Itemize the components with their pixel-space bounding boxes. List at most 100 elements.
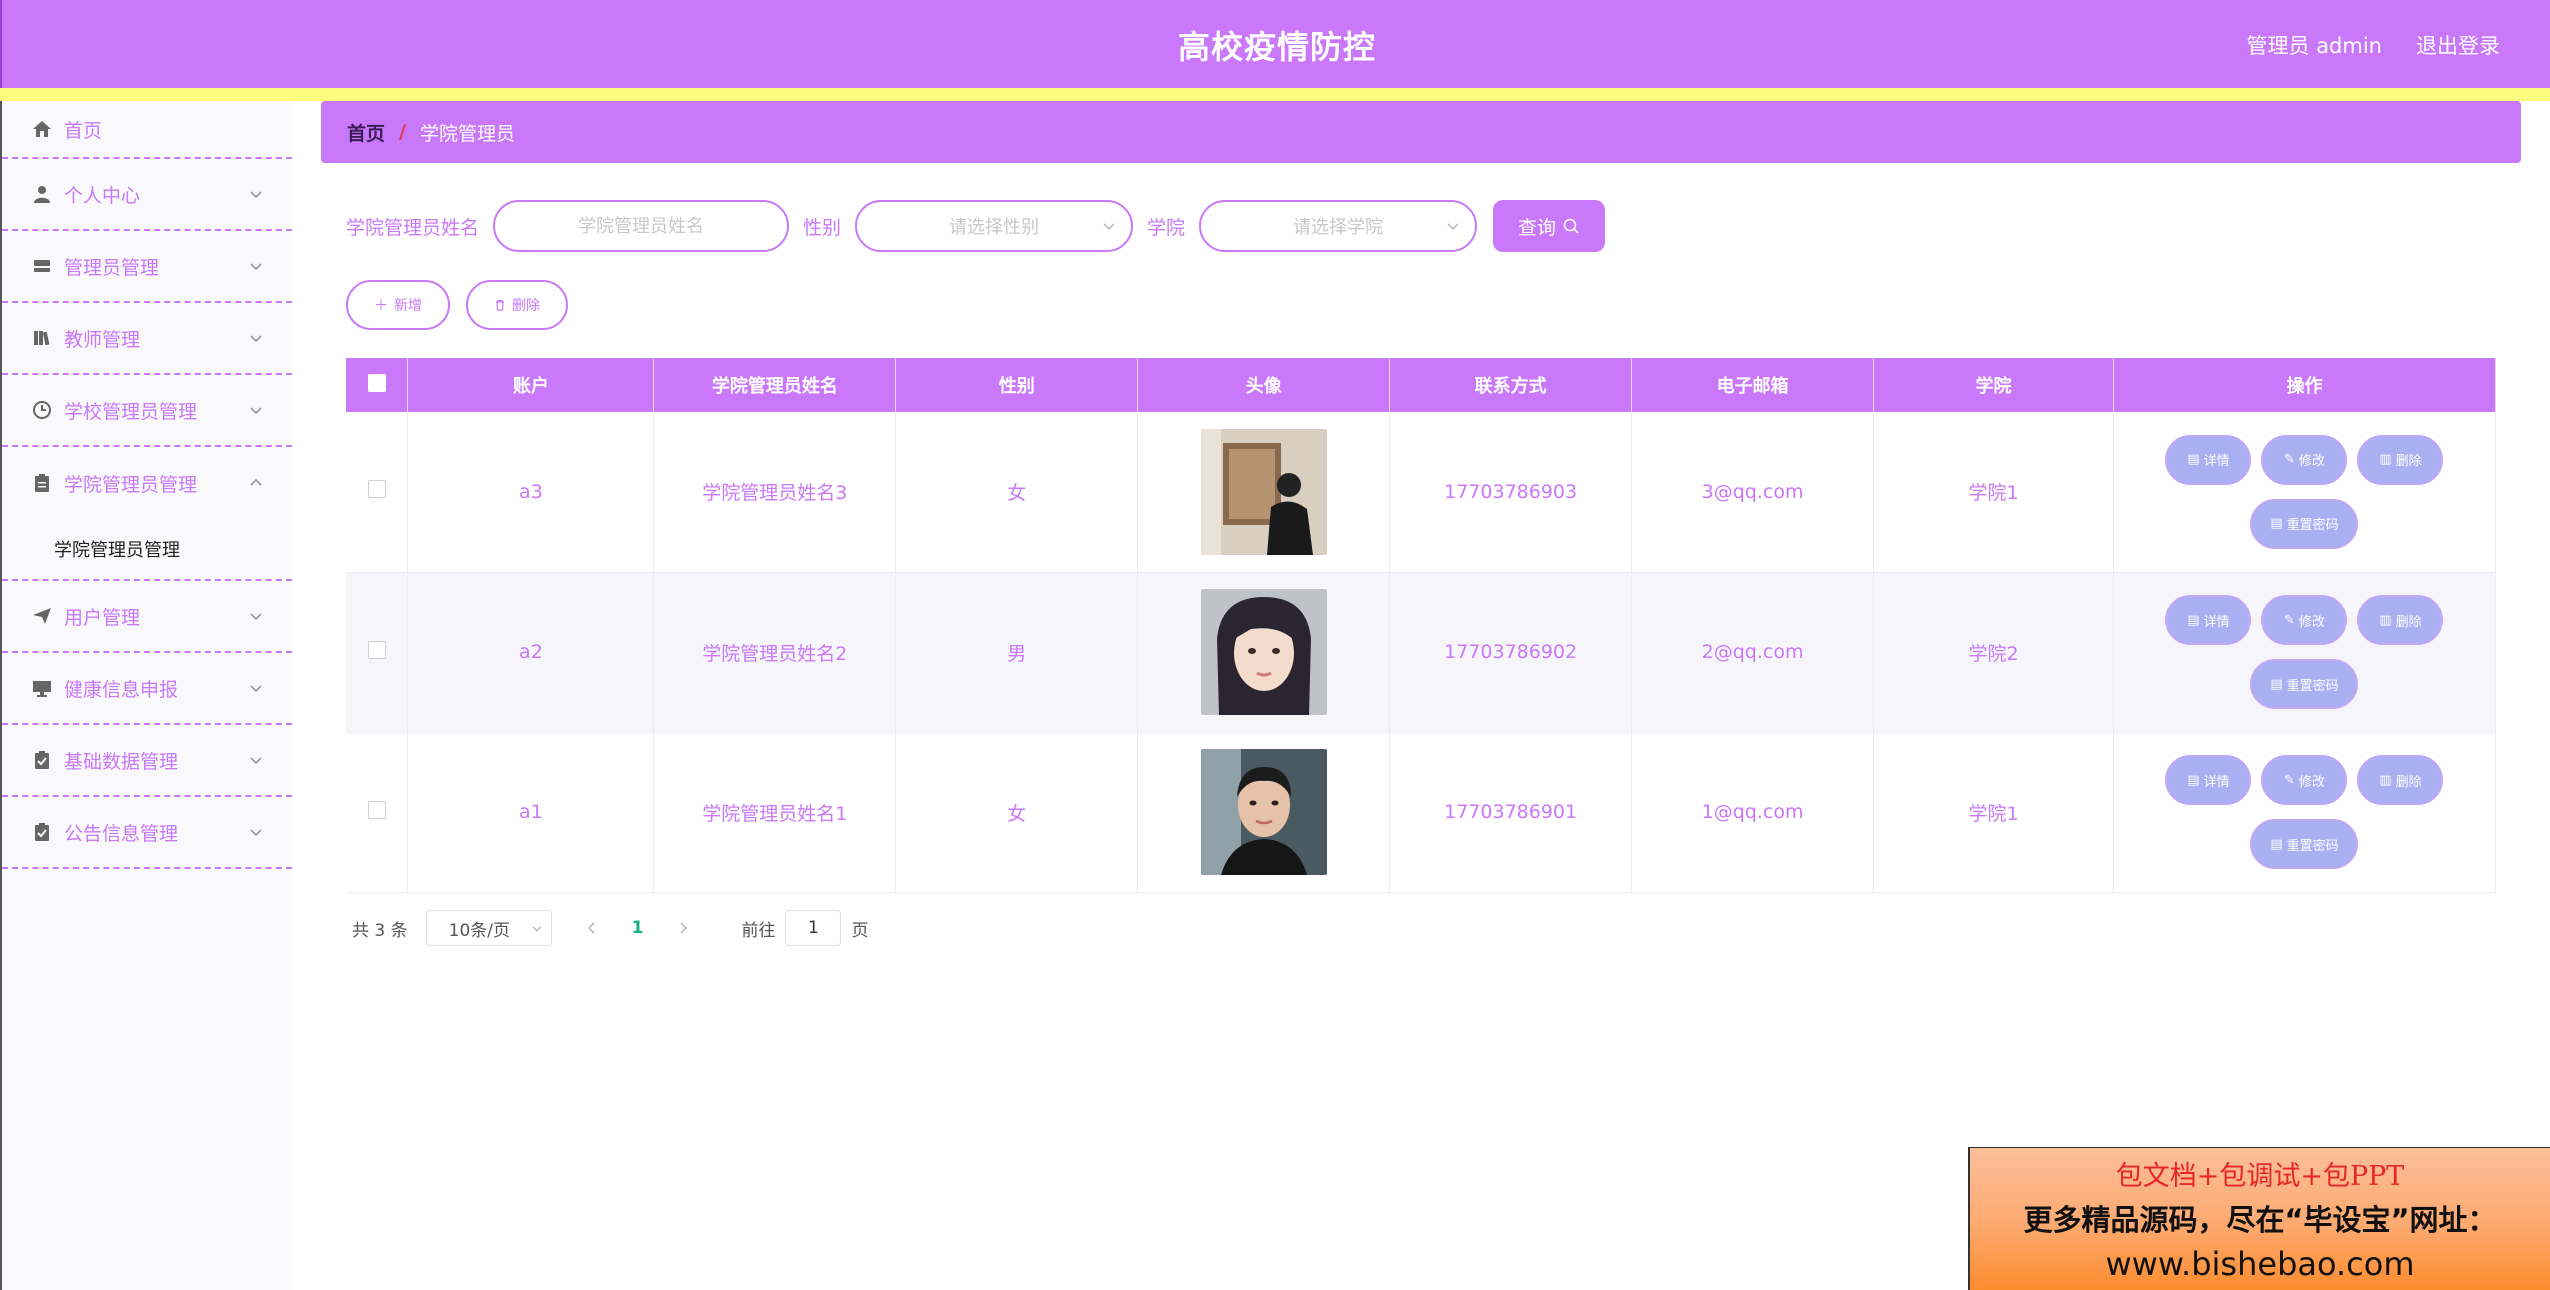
sidebar-item-admin[interactable]: 管理员管理 xyxy=(2,231,292,303)
search-form: 学院管理员姓名 性别 请选择性别 学院 请选择学院 查询 xyxy=(346,200,1606,252)
edit-button[interactable]: ✎ 修改 xyxy=(2261,595,2348,645)
reset-label: 重置密码 xyxy=(2286,838,2339,854)
sidebar-item-label: 健康信息申报 xyxy=(64,678,179,701)
top-header: 高校疫情防控 管理员 admin 退出登录 xyxy=(0,0,2550,88)
email-cell: 2@qq.com xyxy=(1631,572,1875,733)
breadcrumb-current: 学院管理员 xyxy=(419,122,515,145)
chevron-down-icon xyxy=(250,685,262,693)
file-icon: ▤ xyxy=(2270,516,2283,532)
gender-select[interactable]: 请选择性别 xyxy=(855,200,1134,252)
reset-password-button[interactable]: ▤ 重置密码 xyxy=(2250,819,2359,869)
name-cell: 学院管理员姓名3 xyxy=(653,412,897,573)
reset-label: 重置密码 xyxy=(2286,678,2339,694)
college-admin-table: 账户 学院管理员姓名 性别 头像 联系方式 电子邮箱 学院 操作 a3 学院管理… xyxy=(346,358,2497,893)
phone-cell: 17703786903 xyxy=(1389,412,1633,573)
detail-label: 详情 xyxy=(2203,774,2230,790)
sidebar-item-basic-data[interactable]: 基础数据管理 xyxy=(2,725,292,797)
reset-password-button[interactable]: ▤ 重置密码 xyxy=(2250,659,2359,709)
edit-button[interactable]: ✎ 修改 xyxy=(2261,434,2348,485)
file-icon: ▤ xyxy=(2187,612,2200,628)
home-icon xyxy=(32,119,52,139)
delete-button[interactable]: ▥ 删除 xyxy=(2357,755,2444,805)
college-select[interactable]: 请选择学院 xyxy=(1199,200,1478,252)
trash-icon: ▥ xyxy=(2379,772,2392,788)
app-title: 高校疫情防控 xyxy=(1177,28,1376,66)
prev-page-icon[interactable] xyxy=(582,918,602,938)
goto-page-input[interactable] xyxy=(785,910,842,946)
logout-link[interactable]: 退出登录 xyxy=(2416,30,2500,60)
delete-label: 删除 xyxy=(2395,774,2422,790)
email-cell: 1@qq.com xyxy=(1631,732,1875,893)
avatar xyxy=(1200,589,1327,715)
delete-button[interactable]: ▥ 删除 xyxy=(2357,434,2444,485)
table-row: a1 学院管理员姓名1 女 17703786901 1@qq.com 学院1 ▤… xyxy=(346,732,2497,893)
avatar-cell xyxy=(1137,572,1391,733)
file-icon: ▤ xyxy=(2270,836,2283,852)
sidebar-item-label: 个人中心 xyxy=(64,184,141,207)
ad-line-1: 包文档+包调试+包PPT xyxy=(2115,1161,2405,1192)
sidebar-subitem-college-admin[interactable]: 学院管理员管理 xyxy=(2,519,292,581)
column-header: 学院管理员姓名 xyxy=(653,358,897,412)
sidebar-item-notice[interactable]: 公告信息管理 xyxy=(2,797,292,869)
chevron-down-icon xyxy=(250,263,262,271)
row-checkbox[interactable] xyxy=(367,800,386,819)
select-all-checkbox[interactable] xyxy=(367,373,386,392)
page-size-select[interactable]: 10条/页 xyxy=(425,910,552,946)
chevron-down-icon xyxy=(250,191,262,199)
ad-banner: 包文档+包调试+包PPT 更多精品源码，尽在“毕设宝”网址： www.bishe… xyxy=(1968,1147,2550,1290)
name-cell: 学院管理员姓名1 xyxy=(653,732,897,893)
header-stripe xyxy=(0,88,2550,101)
chevron-down-icon xyxy=(250,829,262,837)
email-cell: 3@qq.com xyxy=(1631,412,1875,573)
edit-label: 修改 xyxy=(2298,774,2325,790)
sidebar-item-profile[interactable]: 个人中心 xyxy=(2,159,292,231)
operations-cell: ▤ 详情 ✎ 修改 ▥ 删除 ▤ 重置密码 xyxy=(2113,732,2497,893)
add-button[interactable]: ＋ 新增 xyxy=(346,280,450,330)
name-label: 学院管理员姓名 xyxy=(346,216,480,239)
breadcrumb-home[interactable]: 首页 xyxy=(347,119,385,146)
sidebar-item-label: 用户管理 xyxy=(64,606,141,629)
sidebar-item-college-admin[interactable]: 学院管理员管理 xyxy=(2,447,292,519)
sidebar-item-teacher[interactable]: 教师管理 xyxy=(2,303,292,375)
add-button-label: 新增 xyxy=(394,298,422,314)
name-search-input[interactable] xyxy=(493,200,790,252)
delete-button[interactable]: ▥ 删除 xyxy=(2357,595,2444,645)
gender-label: 性别 xyxy=(803,216,842,239)
reset-password-button[interactable]: ▤ 重置密码 xyxy=(2250,498,2359,549)
column-header: 账户 xyxy=(407,358,655,412)
batch-delete-button[interactable]: 删除 xyxy=(466,280,568,330)
chevron-up-icon xyxy=(250,478,262,486)
edit-icon: ✎ xyxy=(2284,452,2295,468)
column-header: 操作 xyxy=(2113,358,2497,412)
row-checkbox-cell xyxy=(346,412,409,573)
file-icon: ▤ xyxy=(2187,772,2200,788)
checklist-icon xyxy=(32,822,52,842)
sidebar-item-home[interactable]: 首页 xyxy=(2,101,292,159)
edit-label: 修改 xyxy=(2298,454,2325,470)
ad-line-2: 更多精品源码，尽在“毕设宝”网址： xyxy=(2023,1203,2497,1237)
gender-cell: 男 xyxy=(895,572,1139,733)
sidebar-item-health[interactable]: 健康信息申报 xyxy=(2,653,292,725)
row-checkbox[interactable] xyxy=(367,640,386,659)
edit-button[interactable]: ✎ 修改 xyxy=(2261,755,2348,805)
detail-button[interactable]: ▤ 详情 xyxy=(2165,755,2252,805)
sidebar-item-school-admin[interactable]: 学校管理员管理 xyxy=(2,375,292,447)
detail-button[interactable]: ▤ 详情 xyxy=(2165,434,2252,485)
row-checkbox[interactable] xyxy=(367,480,386,499)
page-number-current[interactable]: 1 xyxy=(632,918,644,938)
sidebar-item-users[interactable]: 用户管理 xyxy=(2,581,292,653)
column-header: 性别 xyxy=(895,358,1139,412)
select-all-cell xyxy=(346,358,409,412)
row-checkbox-cell xyxy=(346,732,409,893)
clipboard-icon xyxy=(32,473,52,493)
query-button[interactable]: 查询 xyxy=(1493,200,1606,252)
detail-button[interactable]: ▤ 详情 xyxy=(2165,595,2252,645)
edit-icon: ✎ xyxy=(2284,772,2295,788)
college-cell: 学院2 xyxy=(1873,572,2114,733)
delete-label: 删除 xyxy=(2395,614,2422,630)
batch-delete-label: 删除 xyxy=(512,298,540,314)
pagination: 共 3 条 10条/页 1 前往 页 xyxy=(352,910,868,946)
account-cell: a3 xyxy=(407,412,655,573)
next-page-icon[interactable] xyxy=(673,918,693,938)
chevron-down-icon xyxy=(532,926,542,932)
